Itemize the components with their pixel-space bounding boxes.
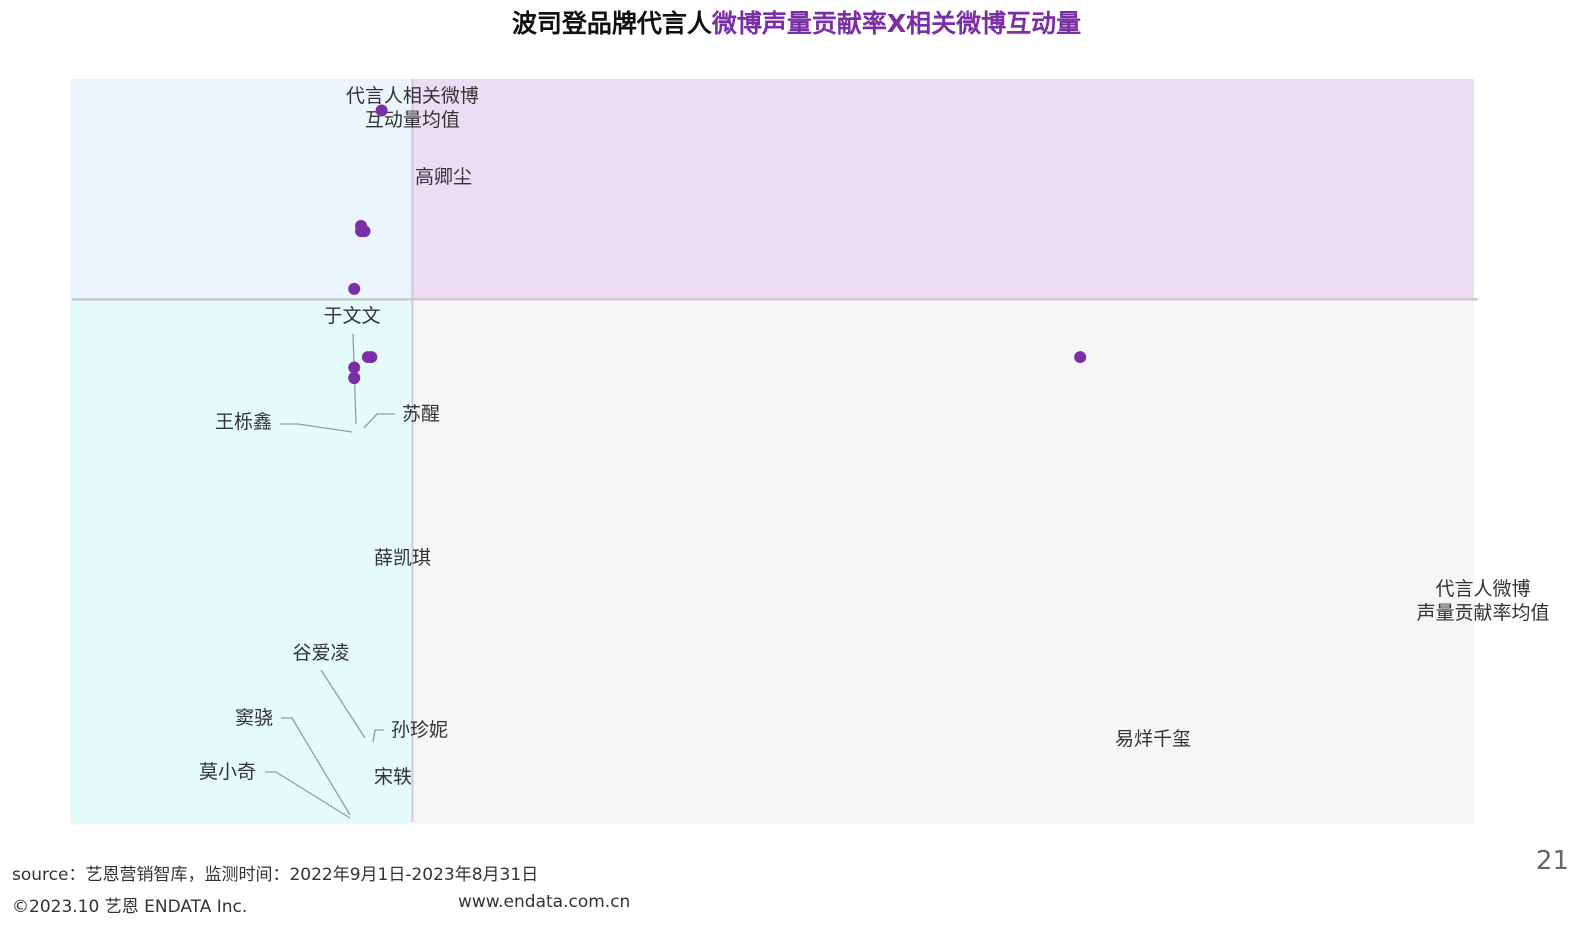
copyright: ©2023.10 艺恩 ENDATA Inc. xyxy=(12,897,248,917)
point-label: 谷爱凌 xyxy=(292,642,349,664)
page-number: 21 xyxy=(1535,846,1569,876)
point-label: 高卿尘 xyxy=(415,166,472,188)
x-mean-label-line: 代言人微博 xyxy=(1435,578,1530,600)
point-label: 窦骁 xyxy=(235,707,273,729)
quadrant-bottom-right xyxy=(412,299,1475,824)
point-label: 易烊千玺 xyxy=(1115,728,1191,750)
source-note: source：艺恩营销智库，监测时间：2022年9月1日-2023年8月31日 xyxy=(12,865,539,885)
quadrant-bottom-left xyxy=(70,299,413,824)
data-point xyxy=(355,225,368,238)
point-label: 于文文 xyxy=(323,305,380,327)
point-label: 王栎鑫 xyxy=(215,411,272,433)
website-url: www.endata.com.cn xyxy=(458,892,631,912)
data-point xyxy=(1074,351,1087,364)
point-label: 莫小奇 xyxy=(199,761,256,783)
point-label: 宋轶 xyxy=(374,766,412,788)
data-point xyxy=(348,361,361,374)
data-point xyxy=(348,372,361,385)
quadrant-top-left xyxy=(70,79,413,300)
quadrant-top-right xyxy=(412,79,1475,300)
data-point xyxy=(375,104,388,117)
data-point xyxy=(348,282,361,295)
quadrant-scatter-chart: 代言人相关微博互动量均值代言人微博声量贡献率均值高卿尘于文文苏醒王栎鑫薛凯琪谷爱… xyxy=(70,79,1550,824)
point-label: 薛凯琪 xyxy=(374,547,431,569)
slide: 波司登品牌代言人微博声量贡献率X相关微博互动量 代言人相关微博 互动量均值 代言人微… xyxy=(0,0,1593,931)
point-label: 孙珍妮 xyxy=(391,719,448,741)
y-mean-label-line: 代言人相关微博 xyxy=(346,85,479,107)
data-point xyxy=(365,351,378,364)
point-label: 苏醒 xyxy=(402,403,440,425)
x-mean-label-line: 声量贡献率均值 xyxy=(1416,602,1549,624)
